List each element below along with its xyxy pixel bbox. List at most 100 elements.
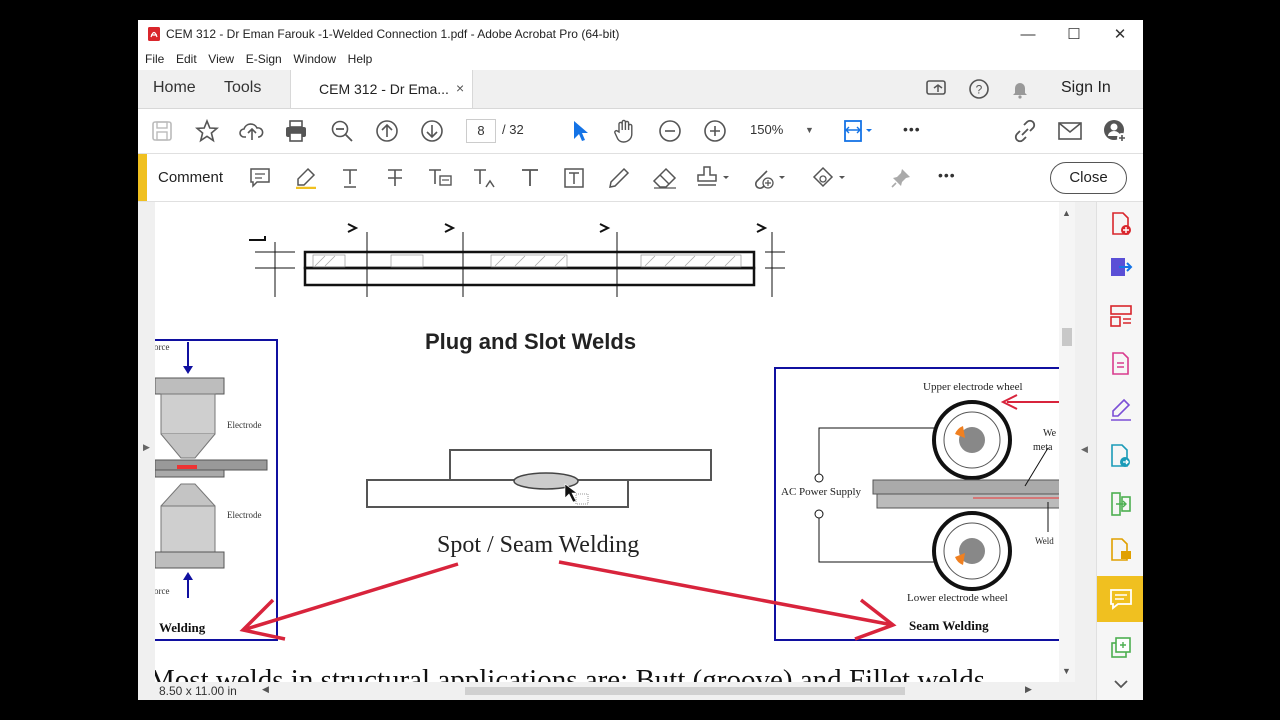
acrobat-window: CEM 312 - Dr Eman Farouk -1-Welded Conne…	[138, 20, 1143, 700]
status-bar: 8.50 x 11.00 in ◀ ▶	[155, 682, 1075, 700]
export-icon[interactable]	[1097, 434, 1143, 478]
add-user-icon[interactable]	[1101, 117, 1129, 145]
cloud-upload-icon[interactable]	[238, 118, 266, 144]
compress-icon[interactable]	[1097, 482, 1143, 526]
chevron-down-icon: ▼	[805, 125, 814, 135]
pencil-icon[interactable]	[607, 166, 631, 190]
close-window-button[interactable]: ✕	[1097, 20, 1143, 48]
scroll-left-icon[interactable]: ◀	[262, 684, 269, 695]
weld-metal-label-1: We	[1043, 428, 1057, 439]
plug-slot-heading: Plug and Slot Welds	[425, 329, 637, 354]
shapes-icon[interactable]	[810, 165, 850, 191]
tab-tools[interactable]: Tools	[224, 79, 261, 97]
hand-icon[interactable]	[612, 117, 638, 145]
email-icon[interactable]	[1056, 118, 1084, 144]
vertical-scrollbar[interactable]: ▲ ▼	[1059, 202, 1075, 682]
comment-toolbar: Comment ••• Close	[138, 154, 1143, 202]
menu-bar: File Edit View E-Sign Window Help	[138, 48, 1143, 70]
comment-icon[interactable]	[1097, 576, 1143, 622]
edit-pdf-icon[interactable]	[1097, 342, 1143, 386]
scroll-up-icon[interactable]: ▲	[1062, 208, 1071, 218]
comment-label: Comment	[158, 169, 224, 186]
red-arrows	[239, 560, 897, 641]
scroll-down-icon[interactable]: ▼	[1062, 666, 1071, 676]
horizontal-scroll-thumb[interactable]	[465, 687, 905, 695]
zoom-in-icon[interactable]	[702, 118, 728, 144]
vertical-scroll-thumb[interactable]	[1062, 328, 1072, 346]
lower-wheel-label: Lower electrode wheel	[907, 592, 1008, 604]
menu-window[interactable]: Window	[293, 48, 336, 70]
more-tools-button[interactable]: •••	[903, 121, 921, 137]
title-bar: CEM 312 - Dr Eman Farouk -1-Welded Conne…	[138, 20, 1143, 48]
page-number-input[interactable]: 8	[466, 119, 496, 143]
create-pdf-icon[interactable]	[1097, 202, 1143, 246]
zoom-level-value: 150%	[750, 122, 784, 137]
left-panel-toggle[interactable]: ▶	[138, 202, 155, 700]
underline-text-icon[interactable]	[338, 166, 362, 190]
pin-icon[interactable]	[889, 166, 913, 190]
expand-panel-chevron-icon[interactable]	[1097, 668, 1143, 700]
tab-document-label: CEM 312 - Dr Ema...	[319, 81, 449, 97]
help-icon[interactable]: ?	[967, 78, 991, 100]
comment-accent-bar	[138, 154, 147, 201]
notifications-bell-icon[interactable]	[1008, 78, 1032, 100]
sign-in-button[interactable]: Sign In	[1061, 79, 1111, 97]
fit-page-icon[interactable]	[841, 118, 875, 144]
highlight-icon[interactable]	[293, 166, 319, 190]
page-up-icon[interactable]	[374, 118, 400, 144]
weld-metal-label-2: meta	[1033, 442, 1053, 453]
text-box-icon[interactable]	[562, 166, 586, 190]
main-toolbar: 8 / 32 150% ▼ •••	[138, 109, 1143, 154]
replace-text-icon[interactable]	[426, 166, 454, 190]
close-comment-button[interactable]: Close	[1050, 162, 1127, 194]
menu-edit[interactable]: Edit	[176, 48, 197, 70]
page-down-icon[interactable]	[419, 118, 445, 144]
acrobat-logo-icon	[148, 27, 160, 41]
tab-home[interactable]: Home	[153, 79, 196, 97]
page-figures	[155, 223, 1059, 641]
tab-close-icon[interactable]: ×	[456, 80, 464, 96]
select-cursor-icon[interactable]	[568, 118, 592, 144]
page-total: / 32	[502, 122, 524, 137]
tab-document[interactable]: CEM 312 - Dr Ema... ×	[290, 70, 473, 108]
zoom-out-icon[interactable]	[657, 118, 683, 144]
spot-seam-heading: Spot / Seam Welding	[437, 532, 640, 558]
plug-slot-drawing	[249, 223, 785, 297]
protect-icon[interactable]	[1097, 626, 1143, 670]
stamp-icon[interactable]	[694, 165, 734, 191]
organize-pages-icon[interactable]	[1097, 294, 1143, 338]
minimize-button[interactable]: —	[1005, 20, 1051, 48]
force-top-label: Force	[155, 342, 170, 352]
zoom-search-icon[interactable]	[329, 118, 355, 144]
print-icon[interactable]	[283, 118, 309, 144]
tab-bar: Home Tools CEM 312 - Dr Ema... × ? Sign …	[138, 70, 1143, 109]
electrode-bottom-label: Electrode	[227, 510, 262, 520]
comment-more-button[interactable]: •••	[938, 167, 956, 183]
chevron-right-icon[interactable]: ▶	[143, 442, 150, 453]
attach-icon[interactable]	[750, 165, 790, 191]
menu-esign[interactable]: E-Sign	[246, 48, 282, 70]
strikethrough-icon[interactable]	[383, 166, 407, 190]
share-screen-icon[interactable]	[924, 78, 950, 100]
menu-view[interactable]: View	[208, 48, 234, 70]
fill-sign-icon[interactable]	[1097, 388, 1143, 432]
maximize-button[interactable]: ☐	[1051, 20, 1097, 48]
save-icon[interactable]	[150, 119, 174, 143]
force-bottom-label: Force	[155, 586, 170, 596]
export-pdf-icon[interactable]	[1097, 246, 1143, 290]
zoom-level-select[interactable]: 150% ▼	[750, 119, 820, 141]
page-size-label: 8.50 x 11.00 in	[159, 684, 237, 698]
menu-file[interactable]: File	[145, 48, 164, 70]
spot-weld-plates	[366, 449, 712, 508]
star-icon[interactable]	[194, 118, 220, 144]
request-signature-icon[interactable]	[1097, 528, 1143, 572]
pdf-page: Plug and Slot Welds Spot / Seam Welding …	[155, 202, 1059, 682]
collapse-panel-icon[interactable]: ◀	[1081, 444, 1088, 455]
insert-text-icon[interactable]	[471, 166, 499, 190]
menu-help[interactable]: Help	[348, 48, 373, 70]
link-icon[interactable]	[1011, 118, 1039, 144]
add-text-icon[interactable]	[518, 166, 542, 190]
sticky-note-icon[interactable]	[248, 166, 272, 190]
scroll-right-icon[interactable]: ▶	[1025, 684, 1032, 695]
eraser-icon[interactable]	[651, 166, 679, 190]
